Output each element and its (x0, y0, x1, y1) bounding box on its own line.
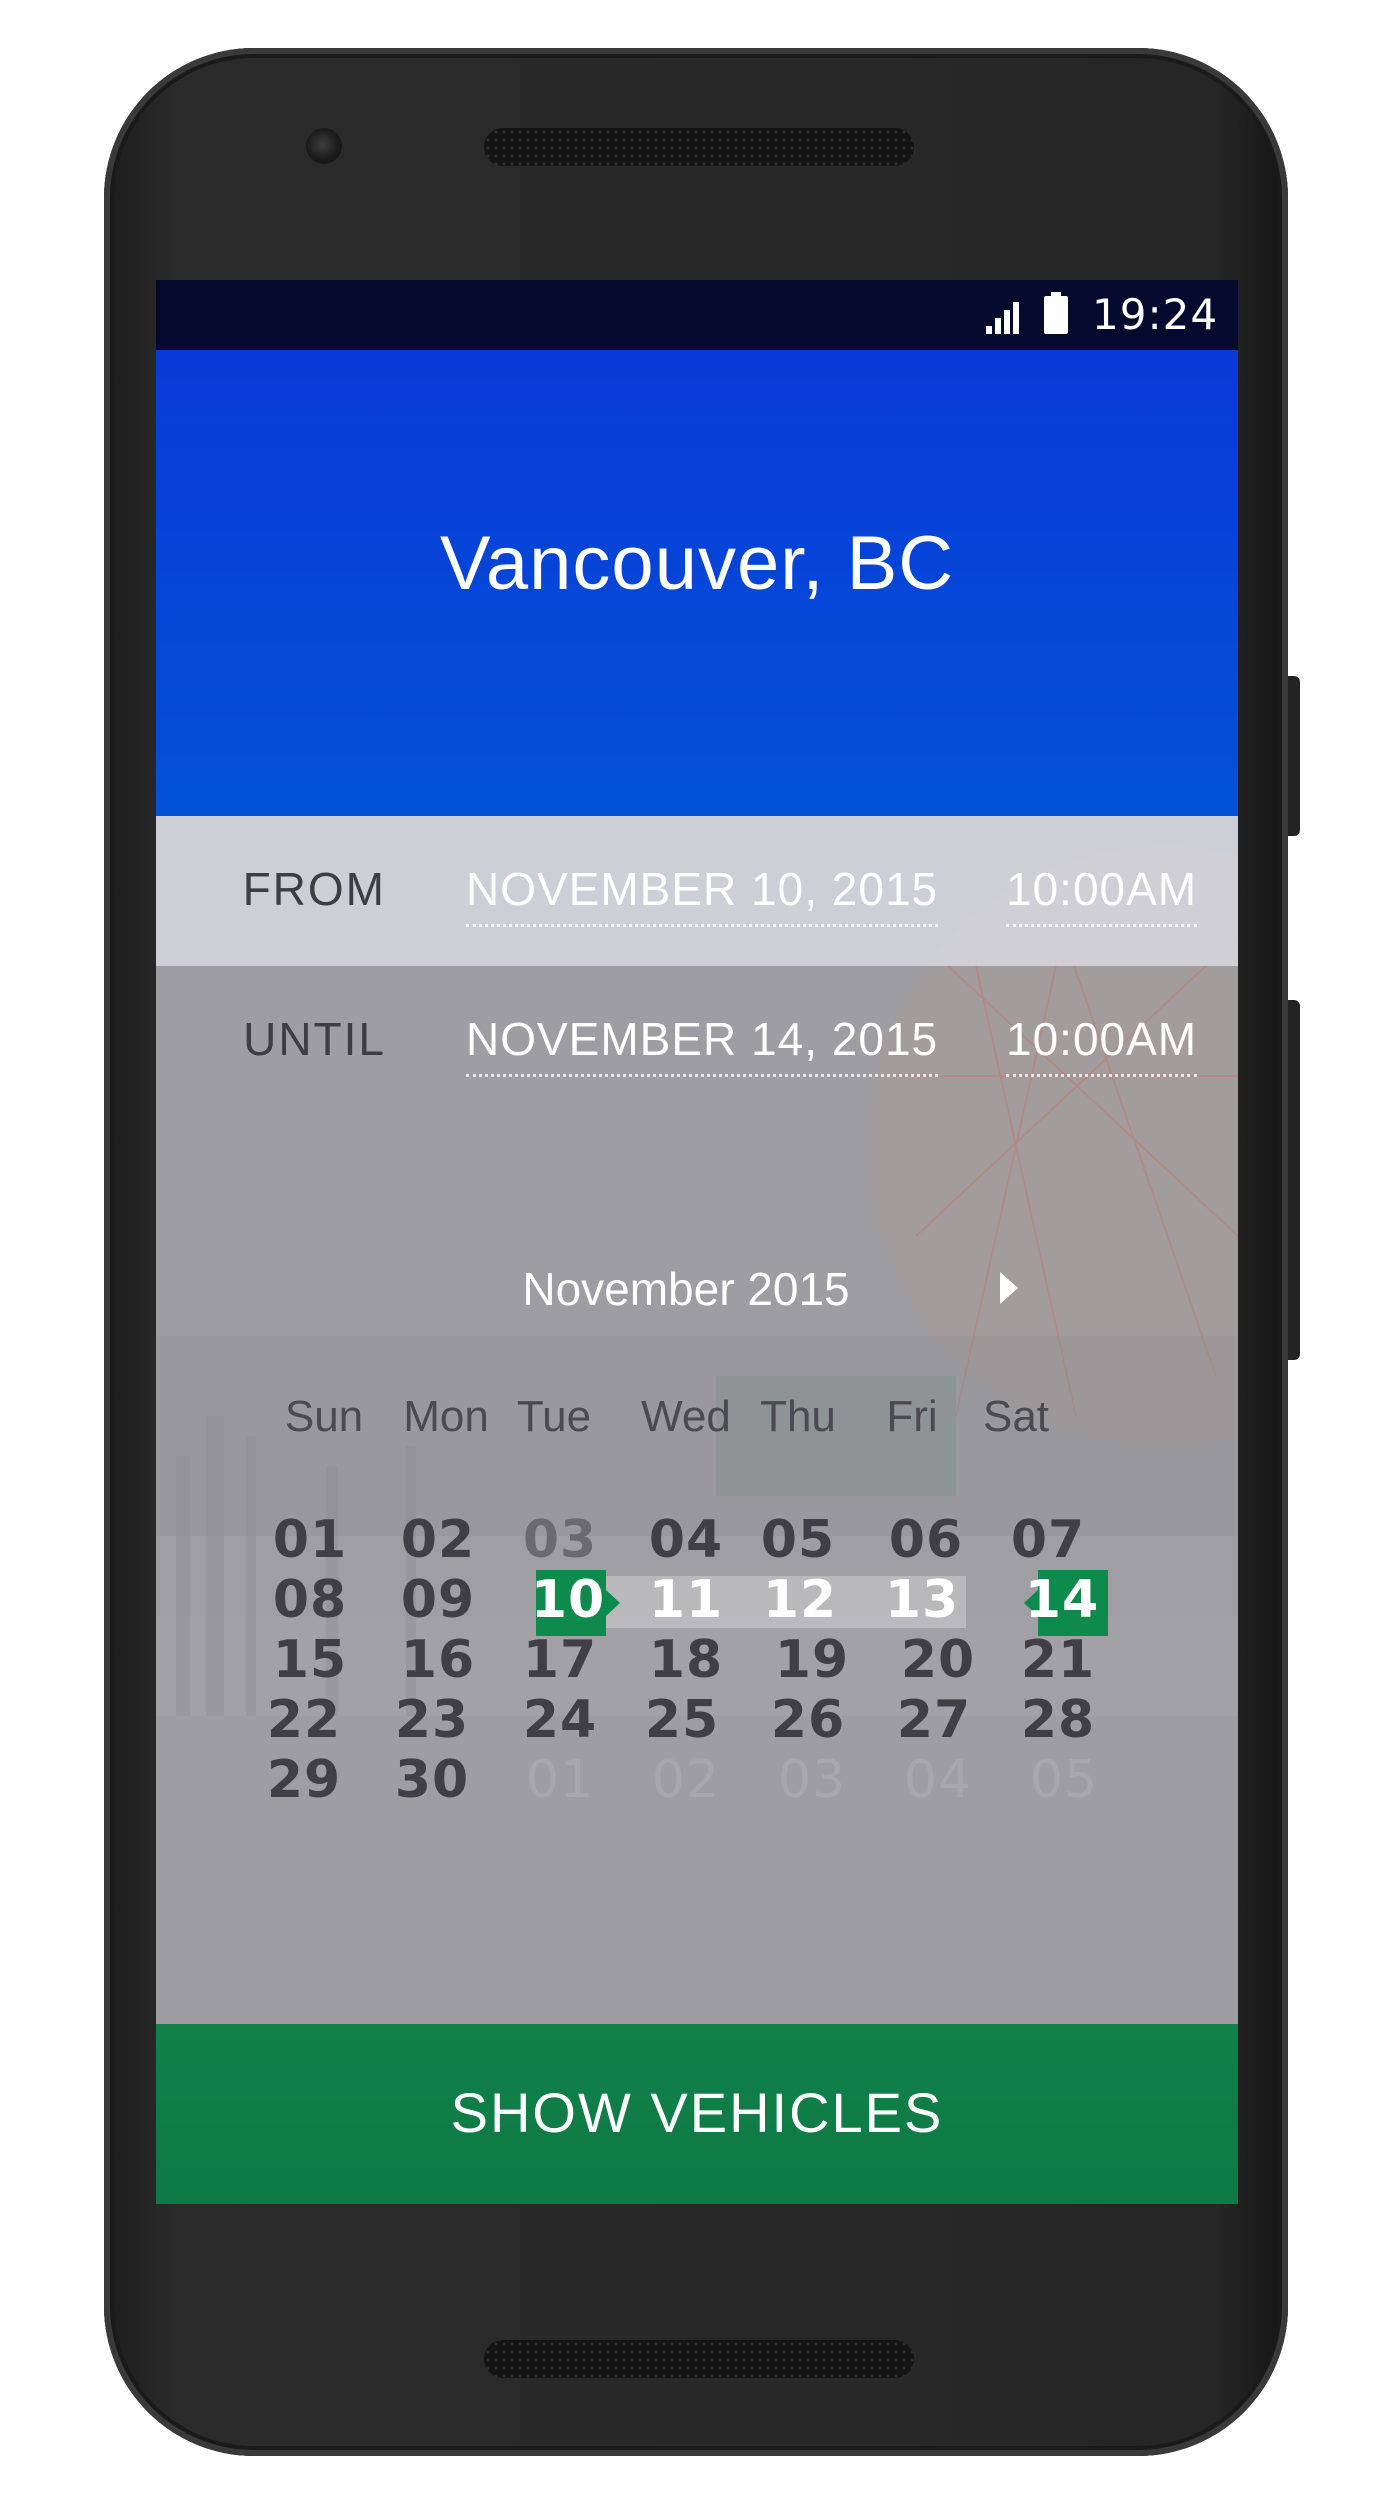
calendar-day[interactable]: 30 (382, 1750, 482, 1810)
calendar-day-range-end[interactable]: 14 (1012, 1570, 1112, 1630)
weekday-sat: Sat (982, 1392, 1050, 1441)
calendar-day[interactable]: 18 (636, 1630, 736, 1690)
calendar-day-range-start[interactable]: 10 (518, 1570, 618, 1630)
weekday-tue: Tue (516, 1392, 592, 1441)
from-row[interactable]: FROM NOVEMBER 10, 2015 10:00AM (156, 816, 1238, 966)
front-camera-icon (306, 128, 342, 164)
app-screen: 19:24 Vancouver, BC FROM NOVEMBER 10, 20… (156, 280, 1238, 2204)
calendar-day[interactable]: 24 (510, 1690, 610, 1750)
status-bar: 19:24 (156, 280, 1238, 350)
calendar-day-next-month[interactable]: 04 (888, 1750, 988, 1810)
calendar-day[interactable]: 07 (998, 1510, 1098, 1570)
until-date-field[interactable]: NOVEMBER 14, 2015 (466, 1012, 939, 1077)
calendar-day[interactable]: 21 (1008, 1630, 1108, 1690)
calendar-day[interactable]: 23 (382, 1690, 482, 1750)
calendar-day-next-month[interactable]: 02 (636, 1750, 736, 1810)
calendar-day-next-month[interactable]: 03 (762, 1750, 862, 1810)
calendar-day[interactable]: 22 (254, 1690, 354, 1750)
calendar-day[interactable]: 03 (510, 1510, 610, 1570)
calendar-day[interactable]: 13 (872, 1570, 972, 1630)
calendar-day[interactable]: 19 (762, 1630, 862, 1690)
from-label: FROM (242, 863, 386, 915)
calendar-day[interactable]: 11 (636, 1570, 736, 1630)
calendar-day[interactable]: 25 (632, 1690, 732, 1750)
from-date-field[interactable]: NOVEMBER 10, 2015 (466, 862, 939, 927)
calendar-month-title: November 2015 (522, 1263, 850, 1315)
volume-button (1288, 1000, 1300, 1360)
calendar-day-next-month[interactable]: 01 (510, 1750, 610, 1810)
until-row[interactable]: UNTIL NOVEMBER 14, 2015 10:00AM (156, 966, 1238, 1116)
bottom-speaker-grille (484, 2340, 914, 2378)
battery-icon (1044, 292, 1068, 334)
weekday-wed: Wed (641, 1392, 731, 1441)
calendar-day[interactable]: 17 (510, 1630, 610, 1690)
until-label: UNTIL (243, 1013, 386, 1065)
from-time-field[interactable]: 10:00AM (1006, 862, 1198, 927)
weekday-sun: Sun (284, 1392, 364, 1441)
calendar-day[interactable]: 28 (1008, 1690, 1108, 1750)
calendar-day[interactable]: 02 (388, 1510, 488, 1570)
calendar-day[interactable]: 26 (758, 1690, 858, 1750)
calendar-day[interactable]: 05 (748, 1510, 848, 1570)
weekday-mon: Mon (403, 1392, 489, 1441)
show-vehicles-button[interactable]: SHOW VEHICLES (156, 2024, 1238, 2204)
calendar-day[interactable]: 16 (388, 1630, 488, 1690)
signal-icon (986, 302, 1019, 334)
calendar-day[interactable]: 29 (254, 1750, 354, 1810)
calendar-day[interactable]: 08 (260, 1570, 360, 1630)
weekday-thu: Thu (760, 1392, 836, 1441)
calendar-day-next-month[interactable]: 05 (1014, 1750, 1114, 1810)
status-time: 19:24 (1092, 290, 1219, 339)
calendar-day[interactable]: 06 (876, 1510, 976, 1570)
calendar-day[interactable]: 01 (260, 1510, 360, 1570)
power-button (1288, 676, 1300, 836)
calendar-day[interactable]: 09 (388, 1570, 488, 1630)
calendar-day[interactable]: 12 (750, 1570, 850, 1630)
show-vehicles-label: SHOW VEHICLES (450, 2081, 944, 2144)
location-title: Vancouver, BC (439, 521, 955, 606)
calendar-day[interactable]: 04 (636, 1510, 736, 1570)
location-header: Vancouver, BC (156, 350, 1238, 816)
calendar-day[interactable]: 15 (260, 1630, 360, 1690)
until-time-field[interactable]: 10:00AM (1006, 1012, 1198, 1077)
calendar-day[interactable]: 27 (884, 1690, 984, 1750)
weekday-fri: Fri (886, 1392, 938, 1441)
calendar-day[interactable]: 20 (888, 1630, 988, 1690)
top-speaker-grille (484, 128, 914, 166)
chevron-right-icon[interactable] (996, 1270, 1020, 1306)
